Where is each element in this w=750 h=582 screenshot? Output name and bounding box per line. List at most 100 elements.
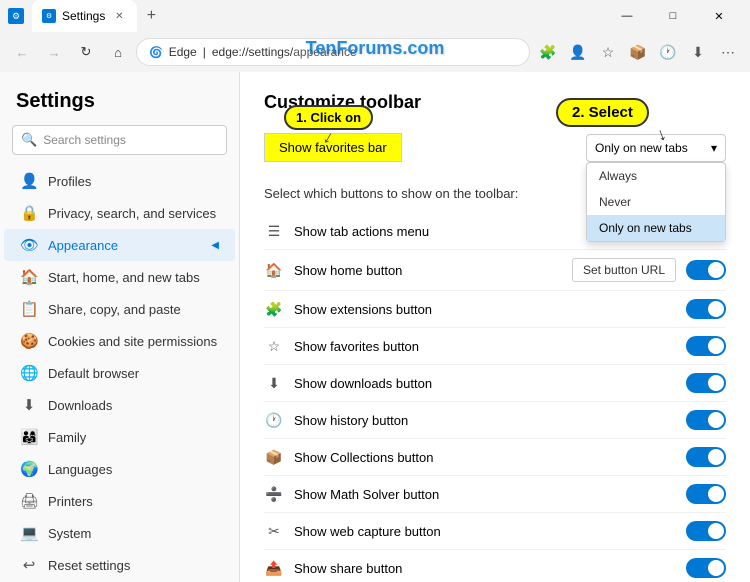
sidebar-icon-start-home: 🏠 [20, 268, 38, 286]
dropdown-selected-value: Only on new tabs [595, 141, 688, 155]
toolbar-row-downloads-btn: ⬇ Show downloads button [264, 365, 726, 402]
toolbar-row-collections: 📦 Show Collections button [264, 439, 726, 476]
sidebar-label-start-home: Start, home, and new tabs [48, 270, 200, 285]
sidebar-arrow: ◀ [211, 240, 219, 251]
toggle-web-capture[interactable] [686, 521, 726, 541]
minimize-button[interactable]: — [604, 0, 650, 32]
row-label-web-capture: Show web capture button [294, 524, 676, 539]
sidebar-items-list: 👤 Profiles 🔒 Privacy, search, and servic… [0, 165, 239, 582]
dropdown-option-always[interactable]: Always [587, 163, 725, 189]
sidebar-icon-default-browser: 🌐 [20, 364, 38, 382]
back-button[interactable]: ← [8, 38, 36, 66]
tab-favicon: ⚙ [42, 9, 56, 23]
address-bar: ← → ↻ ⌂ 🌀 Edge | edge://settings/appeara… [0, 32, 750, 72]
sidebar-item-reset[interactable]: ↩ Reset settings [4, 549, 235, 581]
toolbar-rows-container: ☰ Show tab actions menu 🏠 Show home butt… [264, 213, 726, 582]
toggle-favorites[interactable] [686, 336, 726, 356]
row-icon-share: 📤 [264, 558, 284, 578]
favorites-dropdown-button[interactable]: Only on new tabs ▾ [586, 134, 726, 162]
sidebar-label-appearance: Appearance [48, 238, 118, 253]
toggle-history[interactable] [686, 410, 726, 430]
main-layout: Settings 🔍 Search settings 👤 Profiles 🔒 … [0, 72, 750, 582]
history-toolbar-icon[interactable]: 🕐 [654, 38, 682, 66]
toolbar-row-share: 📤 Show share button [264, 550, 726, 582]
favorites-bar-section: Show favorites bar 1. Click on ↓ 2. Sele… [264, 133, 726, 162]
sidebar-item-downloads[interactable]: ⬇ Downloads [4, 389, 235, 421]
sidebar-item-family[interactable]: 👨‍👩‍👧 Family [4, 421, 235, 453]
row-icon-home-button: 🏠 [264, 260, 284, 280]
dropdown-option-only-new-tabs[interactable]: Only on new tabs [587, 215, 725, 241]
favorites-toolbar-icon[interactable]: ☆ [594, 38, 622, 66]
sidebar-icon-printers: 🖨 [20, 492, 38, 510]
extensions-toolbar-icon[interactable]: 🧩 [534, 38, 562, 66]
settings-toolbar-icon[interactable]: ⋯ [714, 38, 742, 66]
row-label-math-solver: Show Math Solver button [294, 487, 676, 502]
toggle-downloads-btn[interactable] [686, 373, 726, 393]
address-input[interactable]: 🌀 Edge | edge://settings/appearance [136, 38, 530, 66]
row-label-home-button: Show home button [294, 263, 562, 278]
sidebar-item-system[interactable]: 💻 System [4, 517, 235, 549]
search-placeholder: Search settings [43, 133, 126, 147]
dropdown-section: 2. Select ↓ Only on new tabs ▾ Always Ne… [586, 134, 726, 162]
toggle-math-solver[interactable] [686, 484, 726, 504]
sidebar-item-share-copy[interactable]: 📋 Share, copy, and paste [4, 293, 235, 325]
sidebar-icon-share-copy: 📋 [20, 300, 38, 318]
sidebar-icon-downloads: ⬇ [20, 396, 38, 414]
toggle-collections[interactable] [686, 447, 726, 467]
chevron-down-icon: ▾ [711, 141, 717, 155]
settings-title: Settings [0, 82, 239, 125]
sidebar-item-profiles[interactable]: 👤 Profiles [4, 165, 235, 197]
sidebar-item-cookies[interactable]: 🍪 Cookies and site permissions [4, 325, 235, 357]
downloads-toolbar-icon[interactable]: ⬇ [684, 38, 712, 66]
new-tab-button[interactable]: + [137, 2, 165, 30]
sidebar-label-default-browser: Default browser [48, 366, 139, 381]
tab-label: Settings [62, 9, 105, 23]
favorites-dropdown-menu: Always Never Only on new tabs [586, 162, 726, 242]
tab-area: ⚙ Settings ✕ + [32, 0, 600, 32]
favorites-dropdown-wrapper: Only on new tabs ▾ Always Never Only on … [586, 134, 726, 162]
sidebar-item-start-home[interactable]: 🏠 Start, home, and new tabs [4, 261, 235, 293]
row-label-favorites: Show favorites button [294, 339, 676, 354]
sidebar-item-languages[interactable]: 🌍 Languages [4, 453, 235, 485]
profile-toolbar-icon[interactable]: 👤 [564, 38, 592, 66]
row-icon-tab-actions: ☰ [264, 221, 284, 241]
collections-toolbar-icon[interactable]: 📦 [624, 38, 652, 66]
sidebar-label-family: Family [48, 430, 86, 445]
toggle-extensions[interactable] [686, 299, 726, 319]
close-button[interactable]: ✕ [696, 0, 742, 32]
sidebar-icon-languages: 🌍 [20, 460, 38, 478]
set-url-button[interactable]: Set button URL [572, 258, 676, 282]
row-icon-favorites: ☆ [264, 336, 284, 356]
dropdown-option-never[interactable]: Never [587, 189, 725, 215]
sidebar-label-cookies: Cookies and site permissions [48, 334, 217, 349]
row-icon-math-solver: ➗ [264, 484, 284, 504]
toggle-share[interactable] [686, 558, 726, 578]
address-url-suffix: appearance [293, 45, 356, 59]
sidebar-item-privacy[interactable]: 🔒 Privacy, search, and services [4, 197, 235, 229]
row-icon-history: 🕐 [264, 410, 284, 430]
sidebar-icon-appearance: 👁 [20, 236, 38, 254]
forward-button[interactable]: → [40, 38, 68, 66]
settings-tab[interactable]: ⚙ Settings ✕ [32, 0, 137, 32]
sidebar-label-languages: Languages [48, 462, 112, 477]
edge-window-icon: ⚙ [8, 8, 24, 24]
maximize-button[interactable]: □ [650, 0, 696, 32]
tab-close-button[interactable]: ✕ [111, 8, 127, 24]
toolbar-row-web-capture: ✂ Show web capture button [264, 513, 726, 550]
row-label-share: Show share button [294, 561, 676, 576]
sidebar-label-downloads: Downloads [48, 398, 112, 413]
refresh-button[interactable]: ↻ [72, 38, 100, 66]
sidebar-icon-system: 💻 [20, 524, 38, 542]
sidebar-item-appearance[interactable]: 👁 Appearance ◀ [4, 229, 235, 261]
sidebar-icon-reset: ↩ [20, 556, 38, 574]
search-box[interactable]: 🔍 Search settings [12, 125, 227, 155]
address-separator: | [203, 45, 206, 59]
sidebar-item-printers[interactable]: 🖨 Printers [4, 485, 235, 517]
sidebar-item-default-browser[interactable]: 🌐 Default browser [4, 357, 235, 389]
sidebar-label-privacy: Privacy, search, and services [48, 206, 216, 221]
toggle-home-button[interactable] [686, 260, 726, 280]
row-label-history: Show history button [294, 413, 676, 428]
sidebar-label-reset: Reset settings [48, 558, 130, 573]
sidebar-icon-family: 👨‍👩‍👧 [20, 428, 38, 446]
home-nav-button[interactable]: ⌂ [104, 38, 132, 66]
